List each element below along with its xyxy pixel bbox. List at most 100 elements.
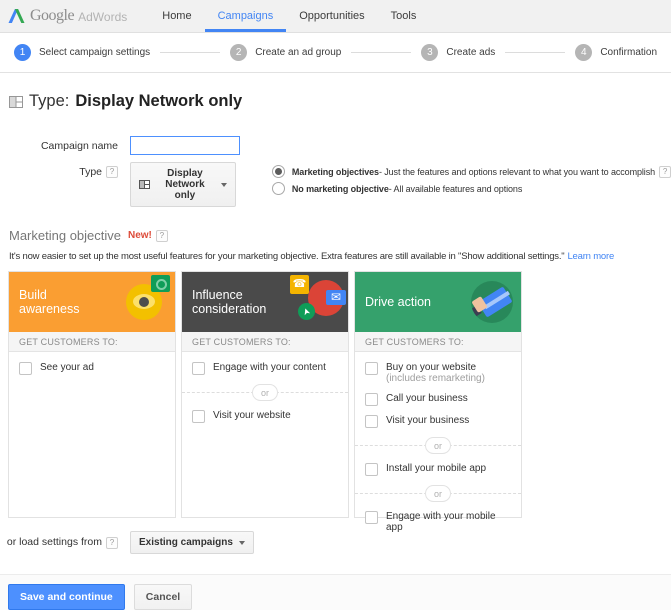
page-title: Type: Display Network only [9, 92, 671, 111]
brand[interactable]: Google AdWords [8, 0, 127, 32]
nav-item-tools[interactable]: Tools [378, 0, 430, 32]
objective-option-row[interactable]: Buy on your website (includes remarketin… [365, 362, 511, 384]
objective-radio-group: Marketing objectives - Just the features… [272, 162, 671, 195]
chevron-down-icon [239, 541, 245, 545]
step-connector [505, 52, 565, 53]
objective-option-row[interactable]: See your ad [19, 362, 165, 375]
checkbox[interactable] [192, 410, 205, 423]
step-number-badge: 1 [14, 44, 31, 61]
radio-selected-icon[interactable] [272, 165, 285, 178]
type-label: Type? [0, 162, 130, 178]
option-label: Engage with your mobile app [386, 511, 511, 533]
objective-option-row[interactable]: Engage with your content [192, 362, 338, 375]
step-label: Confirmation [600, 47, 657, 58]
cancel-button[interactable]: Cancel [134, 584, 192, 610]
card-subheader: GET CUSTOMERS TO: [355, 332, 521, 352]
brand-adwords: AdWords [78, 8, 127, 24]
display-network-icon [139, 180, 150, 189]
card-title: Build awareness [9, 288, 107, 317]
checkbox[interactable] [192, 362, 205, 375]
checkbox[interactable] [19, 362, 32, 375]
top-nav: Google AdWords HomeCampaignsOpportunitie… [0, 0, 671, 33]
chevron-down-icon [221, 183, 227, 187]
option-label: Visit your website [213, 410, 291, 421]
step-4[interactable]: 4 Confirmation [575, 44, 657, 61]
nav-item-campaigns[interactable]: Campaigns [205, 0, 287, 32]
card-title: Influence consideration [182, 288, 280, 317]
objective-option-row[interactable]: Call your business [365, 393, 511, 406]
adwords-page: Google AdWords HomeCampaignsOpportunitie… [0, 0, 671, 600]
card-body: Engage with your content or Visit your web… [182, 352, 348, 517]
objective-option-row[interactable]: Visit your business [365, 415, 511, 428]
card-subheader: GET CUSTOMERS TO: [9, 332, 175, 352]
step-number-badge: 2 [230, 44, 247, 61]
checkbox[interactable] [365, 463, 378, 476]
or-divider: or [182, 384, 348, 401]
or-divider: or [355, 485, 521, 502]
radio-label-bold: No marketing objective [292, 184, 389, 194]
campaign-name-row: Campaign name [0, 136, 671, 155]
objective-option-row[interactable]: Engage with your mobile app [365, 511, 511, 533]
type-dropdown-label: Display Network only [155, 168, 215, 201]
help-icon[interactable]: ? [659, 166, 671, 178]
footer-bar: Save and continue Cancel [0, 574, 671, 610]
objective-option-row[interactable]: Visit your website [192, 410, 338, 423]
step-1[interactable]: 1 Select campaign settings [14, 44, 150, 61]
help-icon[interactable]: ? [156, 230, 168, 242]
main-nav: HomeCampaignsOpportunitiesTools [149, 0, 429, 32]
nav-item-home[interactable]: Home [149, 0, 204, 32]
option-label: Engage with your content [213, 362, 326, 373]
load-settings-row: or load settings from? Existing campaign… [0, 531, 671, 554]
card-header: Influence consideration☎✉➤ [182, 272, 348, 332]
mail-icon: ✉ [326, 290, 346, 305]
objective-cards: Build awareness GET CUSTOMERS TO: See your… [8, 271, 671, 518]
objective-option-row[interactable]: Install your mobile app [365, 463, 511, 476]
option-label: Visit your business [386, 415, 469, 426]
campaign-name-input[interactable] [130, 136, 240, 155]
help-icon[interactable]: ? [106, 537, 118, 549]
consideration-icon: ☎✉➤ [288, 272, 348, 332]
display-network-icon [9, 96, 23, 108]
objective-description: It's now easier to set up the most usefu… [9, 251, 671, 262]
objective-card-2: Influence consideration☎✉➤GET CUSTOMERS … [181, 271, 349, 518]
step-label: Create an ad group [255, 47, 341, 58]
radio-marketing-objectives[interactable]: Marketing objectives - Just the features… [272, 165, 671, 178]
campaign-name-label: Campaign name [0, 136, 130, 152]
card-subheader: GET CUSTOMERS TO: [182, 332, 348, 352]
or-pill: or [425, 485, 451, 502]
existing-campaigns-dropdown[interactable]: Existing campaigns [130, 531, 254, 554]
checkbox[interactable] [365, 511, 378, 524]
action-icon [461, 272, 521, 332]
adwords-logo-icon [8, 8, 25, 24]
or-divider: or [355, 437, 521, 454]
card-body: Buy on your website (includes remarketin… [355, 352, 521, 542]
new-badge: New! [128, 230, 152, 241]
step-number-badge: 4 [575, 44, 592, 61]
step-number-badge: 3 [421, 44, 438, 61]
objective-description-text: It's now easier to set up the most usefu… [9, 251, 564, 262]
card-body: See your ad [9, 352, 175, 517]
nav-item-opportunities[interactable]: Opportunities [286, 0, 377, 32]
type-dropdown[interactable]: Display Network only [130, 162, 236, 207]
step-3[interactable]: 3 Create ads [421, 44, 495, 61]
step-connector [160, 52, 220, 53]
save-and-continue-button[interactable]: Save and continue [8, 584, 125, 610]
existing-campaigns-label: Existing campaigns [139, 537, 233, 548]
step-label: Select campaign settings [39, 47, 150, 58]
help-icon[interactable]: ? [106, 166, 118, 178]
option-label: See your ad [40, 362, 94, 373]
checkbox[interactable] [365, 415, 378, 428]
option-note: (includes remarketing) [386, 373, 485, 384]
step-2[interactable]: 2 Create an ad group [230, 44, 341, 61]
learn-more-link[interactable]: Learn more [567, 251, 614, 262]
radio-no-marketing-objective[interactable]: No marketing objective - All available f… [272, 182, 671, 195]
checkbox[interactable] [365, 393, 378, 406]
checkbox[interactable] [365, 362, 378, 375]
objective-card-3: Drive actionGET CUSTOMERS TO:Buy on your… [354, 271, 522, 518]
credit-card-icon [471, 281, 513, 323]
or-pill: or [425, 437, 451, 454]
step-label: Create ads [446, 47, 495, 58]
cursor-icon: ➤ [298, 303, 315, 320]
radio-icon[interactable] [272, 182, 285, 195]
radio-label-rest: - Just the features and options relevant… [379, 167, 655, 177]
